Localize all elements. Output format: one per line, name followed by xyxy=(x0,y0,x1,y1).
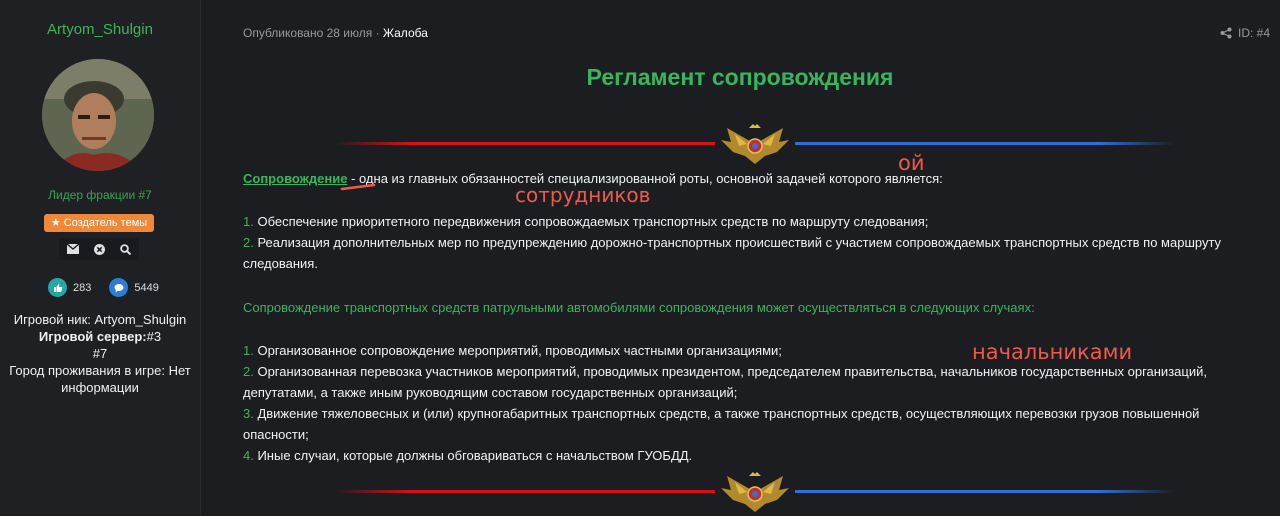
user-actions xyxy=(59,238,139,260)
annotation-oi: ой xyxy=(898,151,925,175)
annotation-nachalnikami: начальниками xyxy=(972,340,1133,364)
badge-label: Создатель темы xyxy=(63,217,148,229)
nick-label: Игровой ник: xyxy=(13,312,91,327)
duties-list: 1. Обеспечение приоритетного передвижени… xyxy=(243,211,1233,274)
star-icon: ★ xyxy=(50,217,61,229)
list-item-text: Обеспечение приоритетного передвижения с… xyxy=(253,214,929,229)
post-title: Регламент сопровождения xyxy=(586,64,894,90)
topic-starter-badge: ★ Создатель темы xyxy=(44,214,154,232)
envelope-icon[interactable] xyxy=(66,244,79,254)
list-item-text: Организованная перевозка участников меро… xyxy=(243,364,1207,400)
list-item: 1. Обеспечение приоритетного передвижени… xyxy=(243,211,1233,232)
close-icon[interactable] xyxy=(93,243,105,255)
server-label: Игровой сервер: xyxy=(38,329,147,344)
list-item: 4. Иные случаи, которые должны обговарив… xyxy=(243,445,1233,466)
list-item: 2. Организованная перевозка участников м… xyxy=(243,361,1233,403)
city-value-rest: информации xyxy=(61,380,139,395)
list-item-text: Иные случаи, которые должны обговаривать… xyxy=(253,448,693,463)
user-sidebar: Artyom_Shulgin Лидер фракции #7 ★ Создат… xyxy=(0,0,201,514)
cases-heading: Сопровождение транспортных средств патру… xyxy=(243,300,1035,315)
messages-count: 5449 xyxy=(134,281,159,294)
city-label: Город проживания в игре: xyxy=(9,363,165,378)
post-id[interactable]: ID: #4 xyxy=(1220,26,1270,40)
list-item-text: Организованное сопровождение мероприятий… xyxy=(253,343,782,358)
search-icon[interactable] xyxy=(120,243,132,255)
thumbs-up-icon xyxy=(48,278,67,297)
list-item-number: 1. xyxy=(243,343,254,358)
post-meta: Опубликовано 28 июля · Жалоба xyxy=(243,26,428,40)
post-body: Опубликовано 28 июля · Жалоба ID: #4 Рег… xyxy=(200,0,1280,514)
user-rank: Лидер фракции #7 xyxy=(48,188,152,202)
list-item-text: Движение тяжеловесных и (или) крупногаба… xyxy=(243,406,1200,442)
list-item-number: 4. xyxy=(243,448,254,463)
divider-top xyxy=(335,124,1175,164)
city-value-part: Нет xyxy=(168,363,191,378)
avatar[interactable] xyxy=(42,59,154,171)
user-stats: 283 5449 xyxy=(48,278,159,297)
share-icon[interactable] xyxy=(1220,27,1232,39)
post-category[interactable]: Жалоба xyxy=(383,26,428,40)
list-item-number: 1. xyxy=(243,214,254,229)
annotation-sotrudnikov: сотрудников xyxy=(515,183,651,207)
list-item: 3. Движение тяжеловесных и (или) крупног… xyxy=(243,403,1233,445)
server-value-2: #7 xyxy=(92,346,108,361)
username-link[interactable]: Artyom_Shulgin xyxy=(0,21,200,38)
user-info: Игровой ник: Artyom_Shulgin Игровой серв… xyxy=(0,311,200,396)
eagle-emblem-icon xyxy=(721,124,789,164)
published-date[interactable]: Опубликовано 28 июля xyxy=(243,26,372,40)
definition-paragraph: Сопровождение - одна из главных обязанно… xyxy=(243,168,1233,189)
server-value: #3 xyxy=(146,329,162,344)
definition-term: Сопровождение xyxy=(243,171,348,186)
nick-value: Artyom_Shulgin xyxy=(94,312,187,327)
eagle-emblem-icon xyxy=(721,472,789,512)
list-item-number: 2. xyxy=(243,235,254,250)
annotation-underline-mark xyxy=(340,183,376,191)
meta-separator: · xyxy=(375,26,380,40)
post-id-label: ID: #4 xyxy=(1237,26,1270,40)
list-item-number: 3. xyxy=(243,406,254,421)
list-item-number: 2. xyxy=(243,364,254,379)
list-item-text: Реализация дополнительных мер по предупр… xyxy=(243,235,1222,271)
chat-icon xyxy=(109,278,129,297)
likes-count: 283 xyxy=(73,281,92,294)
divider-bottom xyxy=(335,472,1175,512)
list-item: 2. Реализация дополнительных мер по пред… xyxy=(243,232,1233,274)
